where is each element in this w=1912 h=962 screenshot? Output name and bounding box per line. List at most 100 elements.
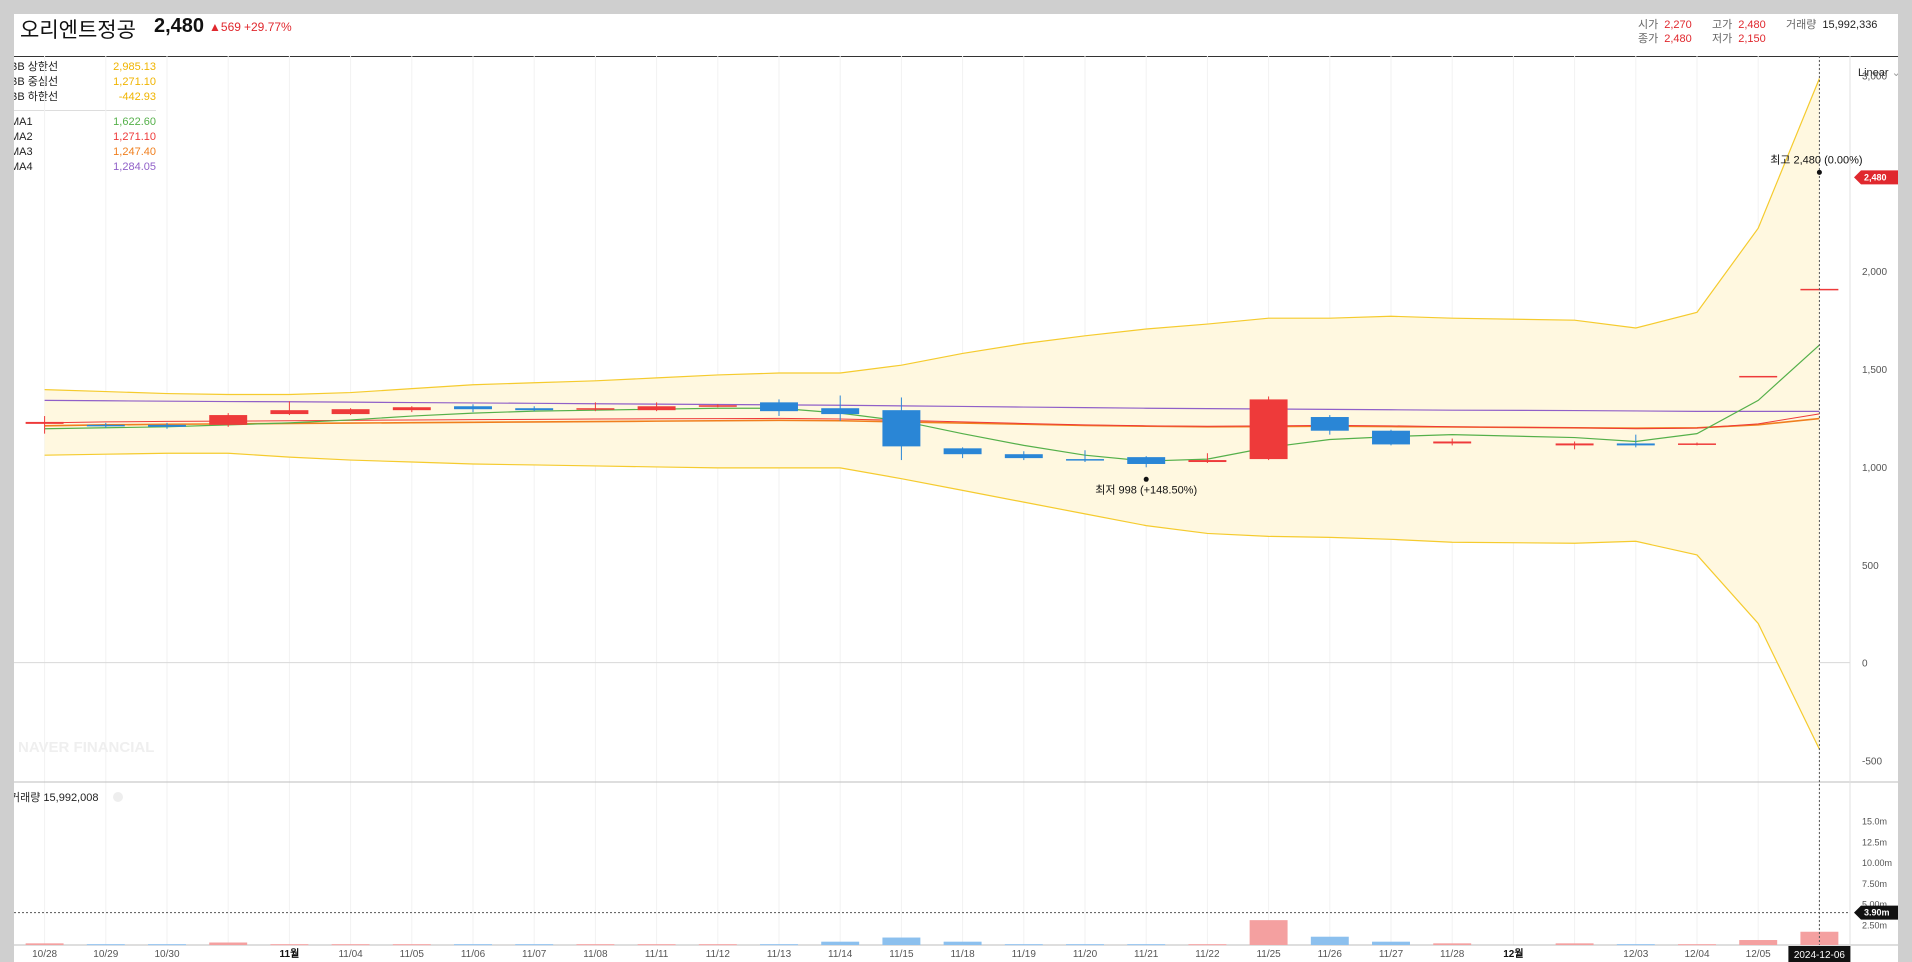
window-frame-left bbox=[0, 0, 14, 962]
x-tick-label: 11/21 bbox=[1134, 949, 1159, 960]
x-tick-label: 11/07 bbox=[522, 949, 547, 960]
x-tick-label: 10/30 bbox=[154, 949, 179, 960]
volume-bar bbox=[1678, 944, 1716, 946]
volume-bar bbox=[1616, 944, 1655, 946]
candle-body bbox=[1433, 441, 1472, 444]
volume-bar bbox=[86, 944, 125, 946]
x-tick-label: 11/06 bbox=[461, 949, 486, 960]
x-tick-label: 11/26 bbox=[1318, 949, 1343, 960]
x-tick-label: 12/03 bbox=[1623, 949, 1648, 960]
candle-body bbox=[1372, 430, 1410, 445]
x-tick-label: 11/18 bbox=[950, 949, 975, 960]
vol-tick-label: 10.00m bbox=[1862, 858, 1892, 868]
volume-bar bbox=[1555, 943, 1594, 945]
volume-bar bbox=[1310, 936, 1349, 945]
candle-body bbox=[1188, 460, 1227, 463]
chart-window: 오리엔트정공 2,480 ▲569 +29.77% 시가 2,270 고가 2,48… bbox=[0, 0, 1912, 962]
x-tick-label: 11/11 bbox=[645, 949, 669, 960]
vol-tick-label: 15.0m bbox=[1862, 817, 1887, 827]
x-tick-label: 11/13 bbox=[767, 949, 792, 960]
y-tick-label: 3,000 bbox=[1862, 72, 1887, 83]
candle-body bbox=[86, 424, 125, 427]
window-frame-top bbox=[0, 0, 1912, 14]
volume-bar bbox=[392, 944, 431, 946]
candle-body bbox=[760, 402, 798, 412]
y-tick-label: 1,000 bbox=[1862, 463, 1887, 474]
candle-body bbox=[1616, 443, 1655, 446]
vol-tick-label: 2.50m bbox=[1862, 920, 1887, 930]
high-marker bbox=[1816, 169, 1822, 175]
x-tick-label: 10/28 bbox=[32, 949, 57, 960]
bb-band-fill bbox=[44, 78, 1820, 750]
window-frame-right bbox=[1898, 0, 1912, 962]
x-tick-label: 2024-12-06 bbox=[1794, 950, 1846, 961]
x-tick-label: 11/28 bbox=[1440, 949, 1465, 960]
y-tick-label: 500 bbox=[1862, 561, 1879, 572]
x-tick-label: 11/20 bbox=[1073, 949, 1098, 960]
volume-bar bbox=[1433, 943, 1472, 945]
candle-body bbox=[1249, 399, 1288, 460]
x-tick-label: 11/12 bbox=[706, 949, 731, 960]
low-marker bbox=[1143, 476, 1149, 482]
volume-bar bbox=[454, 944, 492, 946]
candle-body bbox=[1127, 457, 1166, 464]
candle-body bbox=[576, 408, 615, 410]
volume-close-icon bbox=[113, 792, 123, 802]
candle-body bbox=[392, 407, 431, 411]
x-tick-label: 11/04 bbox=[338, 949, 363, 960]
y-tick-label: 0 bbox=[1862, 659, 1868, 670]
y-tick-label: 1,500 bbox=[1862, 365, 1887, 376]
volume-bar bbox=[1127, 944, 1166, 946]
candle-body bbox=[1310, 417, 1349, 431]
y-tick-label: 2,000 bbox=[1862, 267, 1887, 278]
candle-body bbox=[698, 405, 737, 407]
candle-body bbox=[821, 408, 860, 415]
volume-bar bbox=[760, 944, 798, 946]
volume-bar bbox=[209, 942, 248, 945]
price-chart[interactable]: 3,0002,5002,0001,5001,0005000-50015.0m12… bbox=[0, 0, 1912, 962]
volume-bar bbox=[698, 944, 737, 946]
low-annotation: 최저 998 (+148.50%) bbox=[1095, 483, 1197, 496]
volume-bar bbox=[270, 944, 309, 946]
x-tick-label: 11/15 bbox=[889, 949, 914, 960]
x-tick-label: 10/29 bbox=[93, 949, 118, 960]
vol-tick-label: 12.5m bbox=[1862, 837, 1887, 847]
candle-body bbox=[270, 410, 309, 415]
x-tick-label: 11/27 bbox=[1379, 949, 1404, 960]
x-tick-label: 11/08 bbox=[583, 949, 608, 960]
x-tick-label: 12월 bbox=[1503, 948, 1523, 960]
volume-marker-tag-label: 3.90m bbox=[1864, 908, 1890, 918]
candle-body bbox=[943, 448, 982, 455]
x-tick-label: 12/05 bbox=[1746, 949, 1771, 960]
candle-body bbox=[25, 421, 64, 424]
volume-bar bbox=[1249, 920, 1288, 945]
candle-body bbox=[1555, 443, 1594, 446]
volume-bar bbox=[25, 943, 64, 945]
candle-body bbox=[637, 406, 676, 411]
volume-bar bbox=[637, 944, 676, 946]
volume-label: 거래량 15,992,008 bbox=[10, 791, 98, 804]
candle-body bbox=[209, 415, 248, 425]
volume-bar bbox=[1066, 944, 1104, 946]
candle-body bbox=[1678, 443, 1716, 445]
current-price-tag-label: 2,480 bbox=[1864, 172, 1887, 182]
volume-bar bbox=[331, 944, 370, 946]
volume-bar bbox=[576, 944, 615, 946]
x-tick-label: 11/25 bbox=[1256, 949, 1281, 960]
volume-bar bbox=[1739, 940, 1778, 945]
x-tick-label: 11/14 bbox=[828, 949, 853, 960]
watermark: NAVER FINANCIAL bbox=[18, 739, 154, 756]
x-tick-label: 11/22 bbox=[1195, 949, 1220, 960]
volume-bar bbox=[1004, 944, 1043, 946]
volume-bar bbox=[1372, 941, 1410, 945]
volume-bar bbox=[1188, 944, 1227, 946]
volume-bar bbox=[148, 944, 186, 946]
volume-bar bbox=[821, 941, 860, 945]
volume-bar bbox=[882, 937, 921, 945]
x-tick-label: 11/19 bbox=[1012, 949, 1037, 960]
x-tick-label: 11/05 bbox=[400, 949, 425, 960]
candle-body bbox=[454, 406, 492, 410]
high-annotation: 최고 2,480 (0.00%) bbox=[1770, 153, 1862, 166]
candle-body bbox=[331, 409, 370, 415]
y-tick-label: -500 bbox=[1862, 756, 1882, 767]
